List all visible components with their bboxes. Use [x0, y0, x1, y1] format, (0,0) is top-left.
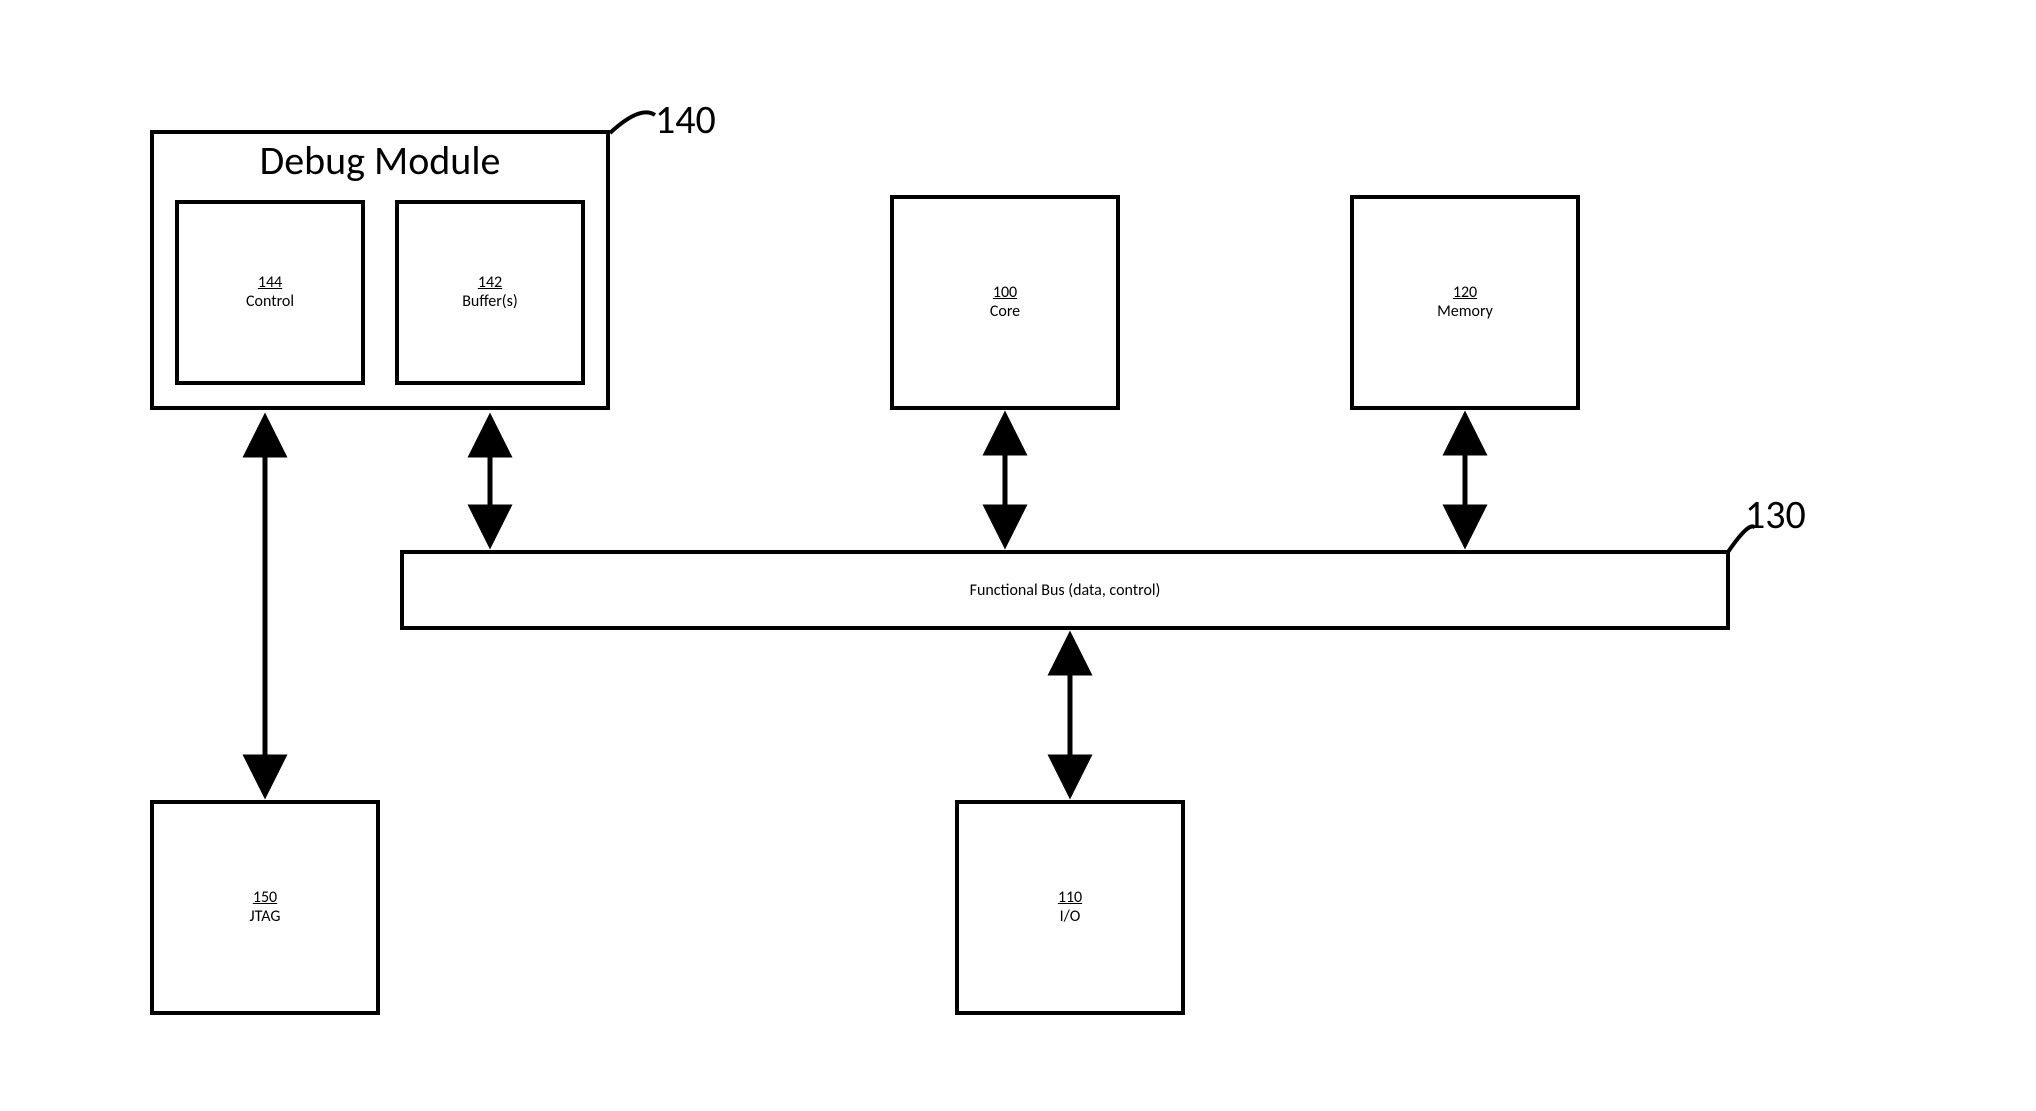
diagram-canvas: Debug Module 144 Control 142 Buffer(s) 1… — [0, 0, 2036, 1111]
io-name: I/O — [1060, 908, 1081, 926]
buffers-name: Buffer(s) — [462, 293, 518, 311]
buffers-box: 142 Buffer(s) — [395, 200, 585, 385]
io-ref: 110 — [1058, 889, 1082, 907]
memory-name: Memory — [1437, 303, 1493, 321]
core-name: Core — [990, 303, 1020, 321]
bus-box: Functional Bus (data, control) — [400, 550, 1730, 630]
io-box: 110 I/O — [955, 800, 1185, 1015]
bus-name: Functional Bus (data, control) — [970, 581, 1161, 600]
core-box: 100 Core — [890, 195, 1120, 410]
ref-130: 130 — [1745, 490, 1806, 539]
buffers-ref: 142 — [478, 274, 502, 292]
memory-ref: 120 — [1453, 284, 1477, 302]
ref-140: 140 — [655, 95, 716, 144]
jtag-name: JTAG — [250, 908, 281, 926]
core-ref: 100 — [993, 284, 1017, 302]
debug-module-title: Debug Module — [150, 136, 610, 185]
jtag-ref: 150 — [253, 889, 277, 907]
control-name: Control — [246, 293, 294, 311]
control-ref: 144 — [258, 274, 282, 292]
memory-box: 120 Memory — [1350, 195, 1580, 410]
control-box: 144 Control — [175, 200, 365, 385]
jtag-box: 150 JTAG — [150, 800, 380, 1015]
